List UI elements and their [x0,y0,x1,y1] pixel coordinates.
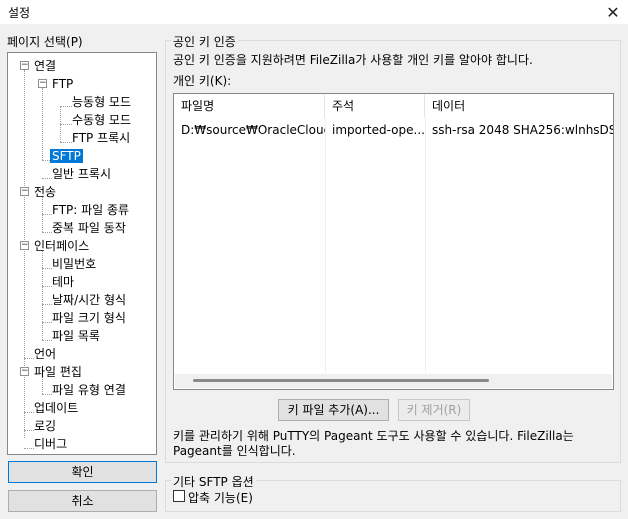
close-icon[interactable]: ✕ [598,0,628,24]
tree-item-ftp-file-types[interactable]: FTP: 파일 종류 [50,201,131,219]
public-key-group-title: 공인 키 인증 [171,33,238,50]
private-keys-list[interactable]: 파일명 주석 데이터 D:₩source₩OracleCloud... impo… [173,93,614,390]
column-header-comment[interactable]: 주석 [325,94,425,118]
column-header-filename[interactable]: 파일명 [174,94,325,118]
tree-item-label: 능동형 모드 [72,95,132,109]
tree-item-language[interactable]: 언어 [32,345,58,363]
ok-button[interactable]: 확인 [8,461,157,483]
tree-item-label: 파일 유형 연결 [52,383,126,397]
tree-item-label: 중복 파일 동작 [52,221,126,235]
tree-item-sftp[interactable]: SFTP [50,147,83,165]
column-separator [425,118,426,373]
tree-connector [24,70,25,438]
column-header-data[interactable]: 데이터 [425,94,613,118]
scrollbar-thumb[interactable] [193,379,489,382]
tree-item-ftp-proxy[interactable]: FTP 프록시 [70,129,132,147]
key-filename-cell[interactable]: D:₩source₩OracleCloud... [174,121,325,139]
tree-item-label: SFTP [50,149,83,163]
window-title: 설정 [8,6,31,20]
tree-item-ftp[interactable]: FTP [50,75,75,93]
tree-item-label: 전송 [34,185,57,199]
collapse-toggle-icon[interactable]: − [20,61,29,70]
page-select-label: 페이지 선택(P) [7,35,83,49]
tree-item-passive-mode[interactable]: 수동형 모드 [70,111,133,129]
tree-item-label: 비밀번호 [52,257,97,271]
private-keys-label: 개인 키(K): [173,74,232,88]
tree-connector [42,250,43,340]
tree-item-themes[interactable]: 테마 [50,273,76,291]
tree-item-connection[interactable]: 연결 [32,57,58,75]
column-separator [325,118,326,373]
tree-item-label: 업데이트 [34,401,79,415]
tree-item-filetype-associations[interactable]: 파일 유형 연결 [50,381,128,399]
tree-item-logging[interactable]: 로깅 [32,417,58,435]
tree-item-file-lists[interactable]: 파일 목록 [50,327,102,345]
public-key-description: 공인 키 인증을 지원하려면 FileZilla가 사용할 개인 키를 알아야 … [173,53,533,67]
pageant-note-line2: Pageant를 인식합니다. [173,444,296,458]
tree-item-label: 인터페이스 [34,239,90,253]
tree-item-label: 디버그 [34,437,68,451]
tree-item-date-time-format[interactable]: 날짜/시간 형식 [50,291,128,309]
tree-item-file-exists-action[interactable]: 중복 파일 동작 [50,219,128,237]
tree-item-passwords[interactable]: 비밀번호 [50,255,98,273]
add-key-file-button[interactable]: 키 파일 추가(A)... [278,399,389,421]
tree-connector [42,88,43,160]
tree-item-active-mode[interactable]: 능동형 모드 [70,93,133,111]
tree-item-label: FTP: 파일 종류 [52,203,130,217]
collapse-toggle-icon[interactable]: − [20,241,29,250]
key-comment-cell[interactable]: imported-ope... [325,121,425,139]
cancel-button[interactable]: 취소 [8,490,157,512]
tree-item-label: FTP 프록시 [72,131,131,145]
collapse-toggle-icon[interactable]: − [38,79,47,88]
tree-item-label: FTP [52,77,74,91]
settings-tree[interactable]: − − − − − 연결 FTP 능동형 모드 수동형 모드 FTP 프록시 S… [7,52,157,455]
tree-item-label: 연결 [34,59,57,73]
tree-item-label: 파일 편집 [34,365,82,379]
tree-item-label: 날짜/시간 형식 [52,293,127,307]
title-bar: 설정 ✕ [0,0,628,24]
tree-item-label: 언어 [34,347,57,361]
tree-item-label: 파일 크기 형식 [52,311,126,325]
tree-item-label: 로깅 [34,419,57,433]
tree-item-label: 일반 프록시 [52,167,112,181]
tree-item-updates[interactable]: 업데이트 [32,399,80,417]
compression-label[interactable]: 압축 기능(E) [188,489,253,506]
tree-item-transfers[interactable]: 전송 [32,183,58,201]
compression-checkbox[interactable] [173,490,185,502]
remove-key-button[interactable]: 키 제거(R) [398,399,470,421]
tree-item-label: 테마 [52,275,75,289]
tree-item-label: 파일 목록 [52,329,100,343]
tree-item-label: 수동형 모드 [72,113,132,127]
horizontal-scrollbar[interactable] [175,374,612,388]
tree-item-filesize-format[interactable]: 파일 크기 형식 [50,309,128,327]
tree-item-generic-proxy[interactable]: 일반 프록시 [50,165,113,183]
tree-item-interface[interactable]: 인터페이스 [32,237,91,255]
other-sftp-options-title: 기타 SFTP 옵션 [171,473,256,490]
tree-item-debug[interactable]: 디버그 [32,435,69,453]
tree-item-file-editing[interactable]: 파일 편집 [32,363,84,381]
key-data-cell[interactable]: ssh-rsa 2048 SHA256:wlnhsDShLA [425,121,613,139]
collapse-toggle-icon[interactable]: − [20,367,29,376]
collapse-toggle-icon[interactable]: − [20,187,29,196]
